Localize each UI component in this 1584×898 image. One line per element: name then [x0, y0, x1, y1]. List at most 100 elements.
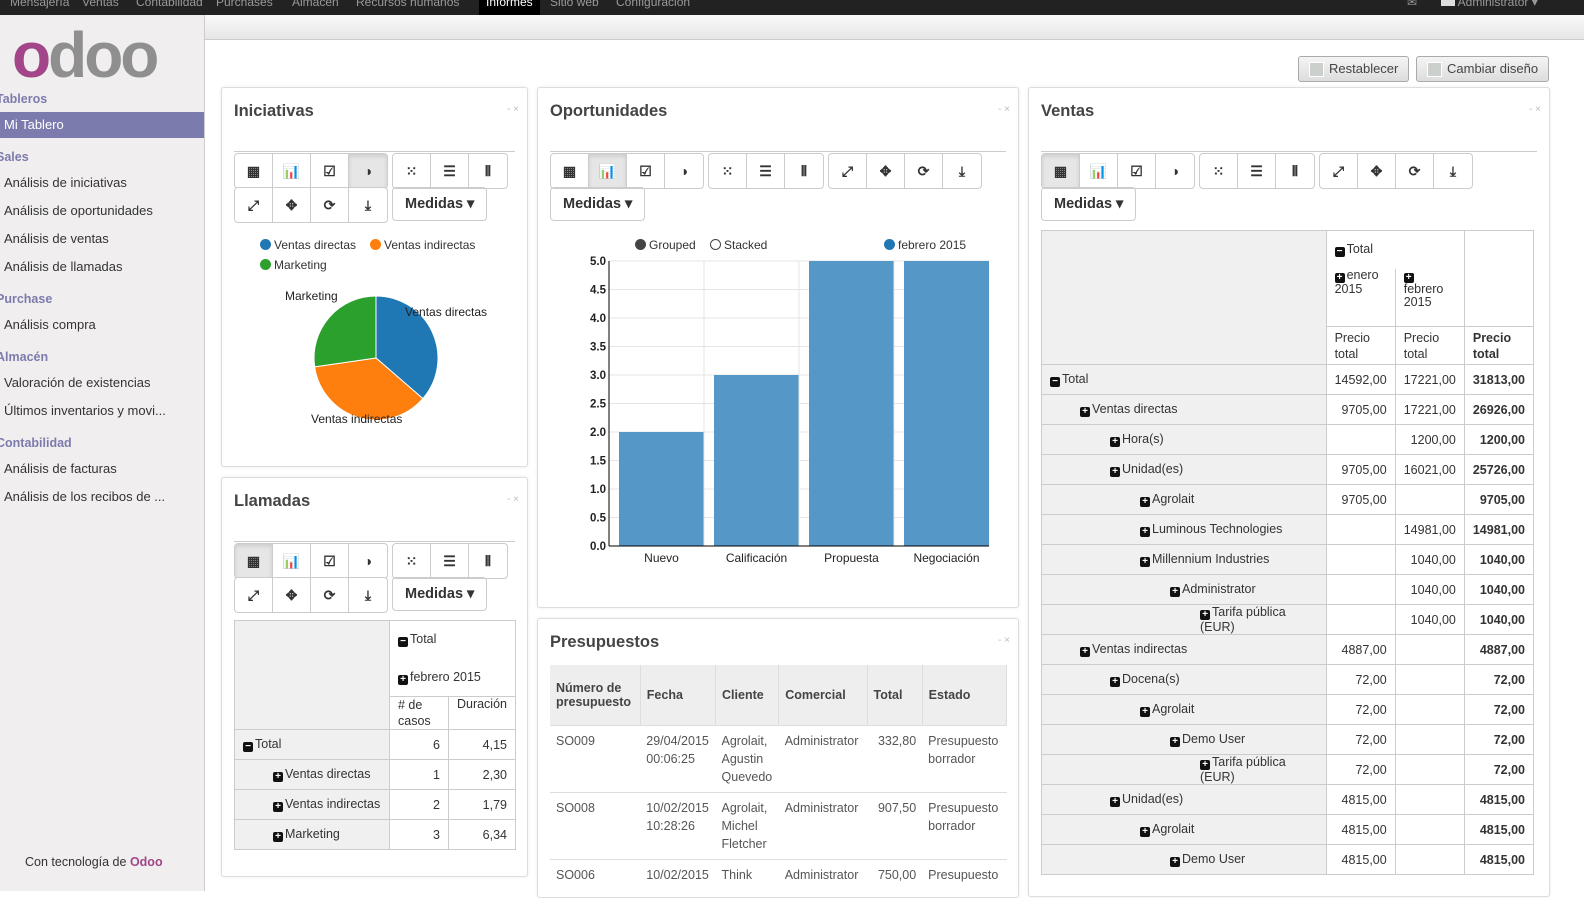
sidebar-section: Contabilidad — [0, 436, 72, 450]
nav-item[interactable]: Recursos humanos — [349, 0, 466, 9]
fullscreen-button[interactable]: ✥ — [1358, 154, 1396, 188]
row-header[interactable]: + Ventas indirectas — [1041, 634, 1327, 665]
sidebar-item[interactable]: Análisis de iniciativas — [0, 170, 204, 196]
checkbox-button[interactable]: ☑ — [311, 544, 349, 578]
column-header[interactable]: Cliente — [715, 665, 780, 725]
table-row[interactable]: SO009 29/04/2015 00:06:25 Agrolait, Agusti… — [550, 724, 1007, 792]
nav-item[interactable]: Ventas — [75, 0, 126, 9]
refresh-button[interactable]: ⟳ — [1396, 154, 1434, 188]
column-header[interactable]: Número de presupuesto — [550, 665, 641, 725]
bar-chart-button[interactable]: 📊 — [1080, 154, 1118, 188]
column-header[interactable]: Total — [867, 665, 923, 725]
row-header[interactable]: + Ventas directas — [234, 759, 390, 790]
row-header[interactable]: + Millennium Industries — [1041, 544, 1327, 575]
row-header[interactable]: + Tarifa pública (EUR) — [1041, 604, 1327, 635]
row-header[interactable]: + Unidad(es) — [1041, 784, 1327, 815]
heatmap-button[interactable]: ⁙ — [1200, 154, 1238, 188]
odoo-logo[interactable]: odoo — [12, 23, 159, 87]
grid-button[interactable]: ▦ — [235, 544, 273, 578]
download-button[interactable]: ⤓ — [349, 578, 387, 612]
nav-item[interactable]: Purchases — [209, 0, 280, 9]
bar-chart-button[interactable]: 📊 — [273, 544, 311, 578]
column-header[interactable]: Estado — [922, 665, 1008, 725]
row-header[interactable]: + Demo User — [1041, 844, 1327, 875]
bar[interactable] — [809, 261, 894, 546]
panel-controls[interactable]: - × — [507, 494, 519, 505]
heatmap-button[interactable]: ⁙ — [393, 544, 431, 578]
nav-item[interactable]: Sitio web — [543, 0, 606, 9]
row-header[interactable]: + Ventas indirectas — [234, 789, 390, 820]
row-header[interactable]: + Hora(s) — [1041, 424, 1327, 455]
column-header[interactable]: Comercial — [778, 665, 868, 725]
columns-button[interactable]: ⦀ — [1276, 154, 1314, 188]
column-header[interactable]: Fecha — [640, 665, 717, 725]
sidebar-section: Purchase — [0, 292, 53, 306]
table-row[interactable]: SO008 10/02/2015 10:28:26 Agrolait, Michel… — [550, 791, 1007, 859]
bar[interactable] — [904, 261, 989, 546]
panel-controls[interactable]: - × — [998, 635, 1010, 646]
panel-controls[interactable]: - × — [1529, 104, 1541, 115]
expand-button[interactable]: ⤢ — [235, 578, 273, 612]
measures-dropdown[interactable]: Medidas ▾ — [392, 577, 488, 611]
sidebar-item[interactable]: Análisis de ventas — [0, 226, 204, 252]
bar[interactable] — [714, 375, 799, 546]
row-header[interactable]: + Tarifa pública (EUR) — [1041, 754, 1327, 785]
measures-dropdown[interactable]: Medidas ▾ — [1041, 187, 1137, 221]
pie-slice[interactable] — [313, 295, 377, 368]
sidebar-item[interactable]: Análisis de llamadas — [0, 254, 204, 280]
sidebar-item[interactable]: Análisis compra — [0, 312, 204, 338]
pie-button[interactable]: ◑ — [349, 544, 387, 578]
chat-icon[interactable]: ✉ — [1400, 0, 1424, 9]
row-header[interactable]: + Luminous Technologies — [1041, 514, 1327, 545]
measure-header[interactable]: Duración — [447, 696, 517, 730]
sidebar-item[interactable]: Últimos inventarios y movi... — [0, 398, 204, 424]
measure-header[interactable]: Precio total — [1325, 326, 1396, 365]
row-header[interactable]: + Agrolait — [1041, 484, 1327, 515]
header-period[interactable]: + febrero 2015 — [389, 658, 516, 697]
row-header[interactable]: + Marketing — [234, 819, 390, 850]
sidebar-item[interactable]: Análisis de facturas — [0, 456, 204, 482]
download-button[interactable]: ⤓ — [1434, 154, 1472, 188]
row-header[interactable]: − Total — [234, 729, 390, 760]
row-header[interactable]: − Total — [1041, 364, 1327, 395]
nav-item[interactable]: Almacén — [285, 0, 346, 9]
header-period[interactable]: + febrero 2015 — [1394, 268, 1465, 327]
rows-button[interactable]: ☰ — [1238, 154, 1276, 188]
pie-button[interactable]: ◑ — [1156, 154, 1194, 188]
refresh-button[interactable]: ⟳ — [311, 578, 349, 612]
row-header[interactable]: + Demo User — [1041, 724, 1327, 755]
row-header[interactable]: + Ventas directas — [1041, 394, 1327, 425]
row-header[interactable]: + Agrolait — [1041, 694, 1327, 725]
table-row[interactable]: SO006 10/02/2015 Think Administrator 750,00 P… — [550, 858, 1007, 890]
bar[interactable] — [619, 432, 704, 546]
sidebar-item[interactable]: Análisis de los recibos de ... — [0, 484, 204, 510]
sidebar-item[interactable]: Mi Tablero — [0, 112, 204, 138]
reset-button[interactable]: Restablecer — [1298, 56, 1410, 82]
rows-button[interactable]: ☰ — [431, 544, 469, 578]
grid-button[interactable]: ▦ — [1042, 154, 1080, 188]
measure-header[interactable]: # de casos — [389, 696, 449, 730]
row-header[interactable]: + Agrolait — [1041, 814, 1327, 845]
measure-header[interactable]: Precio total — [1463, 326, 1535, 365]
header-period[interactable]: + enero 2015 — [1325, 268, 1396, 327]
row-header[interactable]: + Docena(s) — [1041, 664, 1327, 695]
fullscreen-button[interactable]: ✥ — [273, 578, 311, 612]
measure-header[interactable]: Precio total — [1394, 326, 1465, 365]
odoo-link[interactable]: Odoo — [130, 855, 163, 869]
expand-button[interactable]: ⤢ — [1320, 154, 1358, 188]
columns-button[interactable]: ⦀ — [469, 544, 507, 578]
nav-item[interactable]: Configuración — [609, 0, 697, 9]
row-header[interactable]: + Unidad(es) — [1041, 454, 1327, 485]
header-total[interactable]: − Total — [1325, 230, 1465, 269]
nav-item[interactable]: Contabilidad — [129, 0, 210, 9]
header-total[interactable]: − Total — [389, 620, 516, 659]
nav-item[interactable]: Mensajería — [3, 0, 76, 9]
sidebar-item[interactable]: Valoración de existencias — [0, 370, 204, 396]
nav-item[interactable]: Informes — [479, 0, 540, 15]
sidebar-item[interactable]: Análisis de oportunidades — [0, 198, 204, 224]
user-menu[interactable]: Administrator ▾ — [1434, 0, 1545, 9]
checkbox-button[interactable]: ☑ — [1118, 154, 1156, 188]
slice-label: Marketing — [285, 289, 338, 303]
change-layout-button[interactable]: Cambiar diseño — [1416, 56, 1550, 82]
row-header[interactable]: + Administrator — [1041, 574, 1327, 605]
